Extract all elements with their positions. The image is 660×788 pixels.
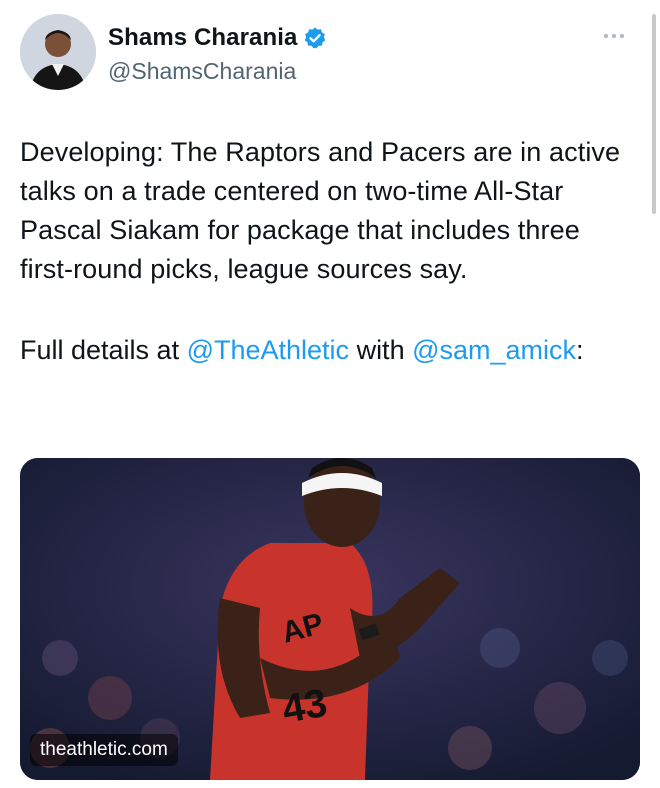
scrollbar[interactable] [652, 14, 656, 214]
details-prefix: Full details at [20, 335, 187, 365]
more-horizontal-icon[interactable] [604, 28, 632, 44]
verified-badge-icon [303, 26, 327, 50]
tweet-text: Developing: The Raptors and Pacers are i… [20, 137, 621, 284]
more-dot [620, 34, 624, 38]
mention-link-sam-amick[interactable]: @sam_amick [412, 335, 576, 365]
link-card-image[interactable]: AP 43 theathletic.com [20, 458, 640, 780]
avatar[interactable] [20, 14, 96, 90]
author-name[interactable]: Shams Charania [108, 24, 297, 52]
mention-link-theathletic[interactable]: @TheAthletic [187, 335, 349, 365]
more-dot [604, 34, 608, 38]
link-domain-badge[interactable]: theathletic.com [30, 734, 178, 766]
player-photo: AP 43 [20, 458, 640, 780]
author-name-row[interactable]: Shams Charania [108, 24, 327, 52]
tweet-header: Shams Charania @ShamsCharania [20, 14, 640, 94]
author-handle[interactable]: @ShamsCharania [108, 58, 296, 85]
more-dot [612, 34, 616, 38]
tweet-details-line: Full details at @TheAthletic with @sam_a… [20, 331, 640, 370]
details-suffix: : [576, 335, 584, 365]
svg-text:43: 43 [279, 681, 330, 732]
details-middle: with [349, 335, 413, 365]
